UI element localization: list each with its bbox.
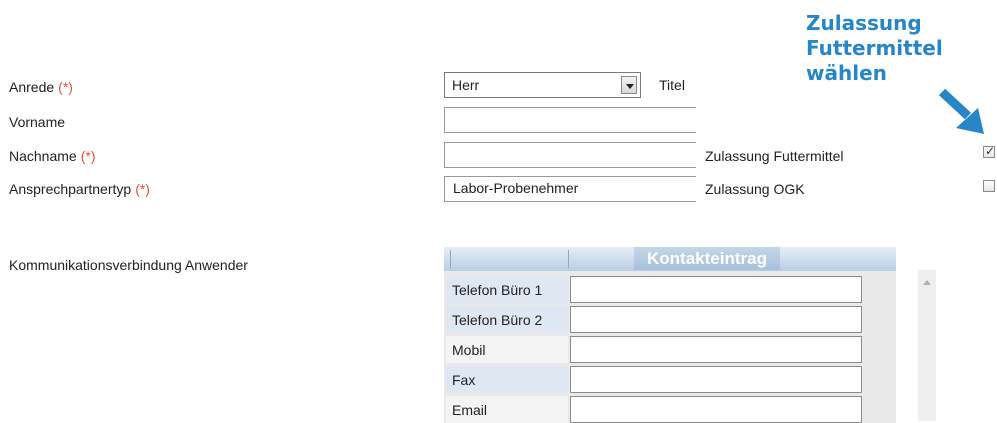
zulassung-futtermittel-checkbox[interactable]	[983, 144, 995, 158]
zulassung-futtermittel-label: Zulassung Futtermittel	[705, 148, 844, 164]
scroll-up-icon[interactable]	[923, 280, 931, 285]
telefon-buero-2-input[interactable]	[570, 306, 862, 333]
row-label-telefon-buero-2: Telefon Büro 2	[446, 306, 568, 333]
kommunikation-label: Kommunikationsverbindung Anwender	[9, 257, 248, 273]
telefon-buero-1-input[interactable]	[570, 276, 862, 303]
row-label-fax: Fax	[446, 366, 568, 393]
vorname-label: Vorname	[9, 114, 66, 130]
nachname-label: Nachname (*)	[9, 148, 96, 164]
required-marker: (*)	[58, 79, 73, 95]
nachname-input[interactable]	[444, 142, 696, 168]
required-marker: (*)	[80, 148, 96, 164]
hint-line-3: wählen	[806, 61, 887, 85]
required-marker: (*)	[135, 181, 150, 197]
arrow-down-right-icon	[938, 88, 984, 134]
header-divider	[568, 250, 569, 268]
hint-callout: Zulassung Futtermittel wählen	[806, 11, 986, 86]
email-input[interactable]	[570, 396, 862, 423]
ansprechpartnertyp-label: Ansprechpartnertyp (*)	[9, 181, 150, 197]
row-label-email: Email	[446, 396, 568, 423]
contact-table: Kontakteintrag Telefon Büro 1 Telefon Bü…	[444, 247, 896, 423]
zulassung-ogk-checkbox[interactable]	[983, 180, 995, 192]
fax-input[interactable]	[570, 366, 862, 393]
ansprechpartnertyp-input[interactable]: Labor-Probenehmer	[444, 176, 696, 202]
contact-table-title: Kontakteintrag	[634, 247, 780, 270]
vorname-input[interactable]	[444, 107, 696, 133]
mobil-input[interactable]	[570, 336, 862, 363]
zulassung-ogk-label: Zulassung OGK	[705, 181, 805, 197]
hint-line-2: Futtermittel	[806, 36, 943, 60]
anrede-select[interactable]: Herr	[444, 72, 641, 98]
titel-label: Titel	[659, 77, 685, 93]
contact-table-header: Kontakteintrag	[444, 247, 896, 271]
anrede-label: Anrede (*)	[9, 79, 73, 95]
chevron-down-icon[interactable]	[621, 76, 637, 94]
anrede-value: Herr	[452, 77, 480, 93]
row-label-mobil: Mobil	[446, 336, 568, 363]
row-label-telefon-buero-1: Telefon Büro 1	[446, 276, 568, 303]
hint-line-1: Zulassung	[806, 11, 922, 35]
scrollbar[interactable]	[918, 270, 936, 421]
header-divider	[450, 250, 451, 268]
